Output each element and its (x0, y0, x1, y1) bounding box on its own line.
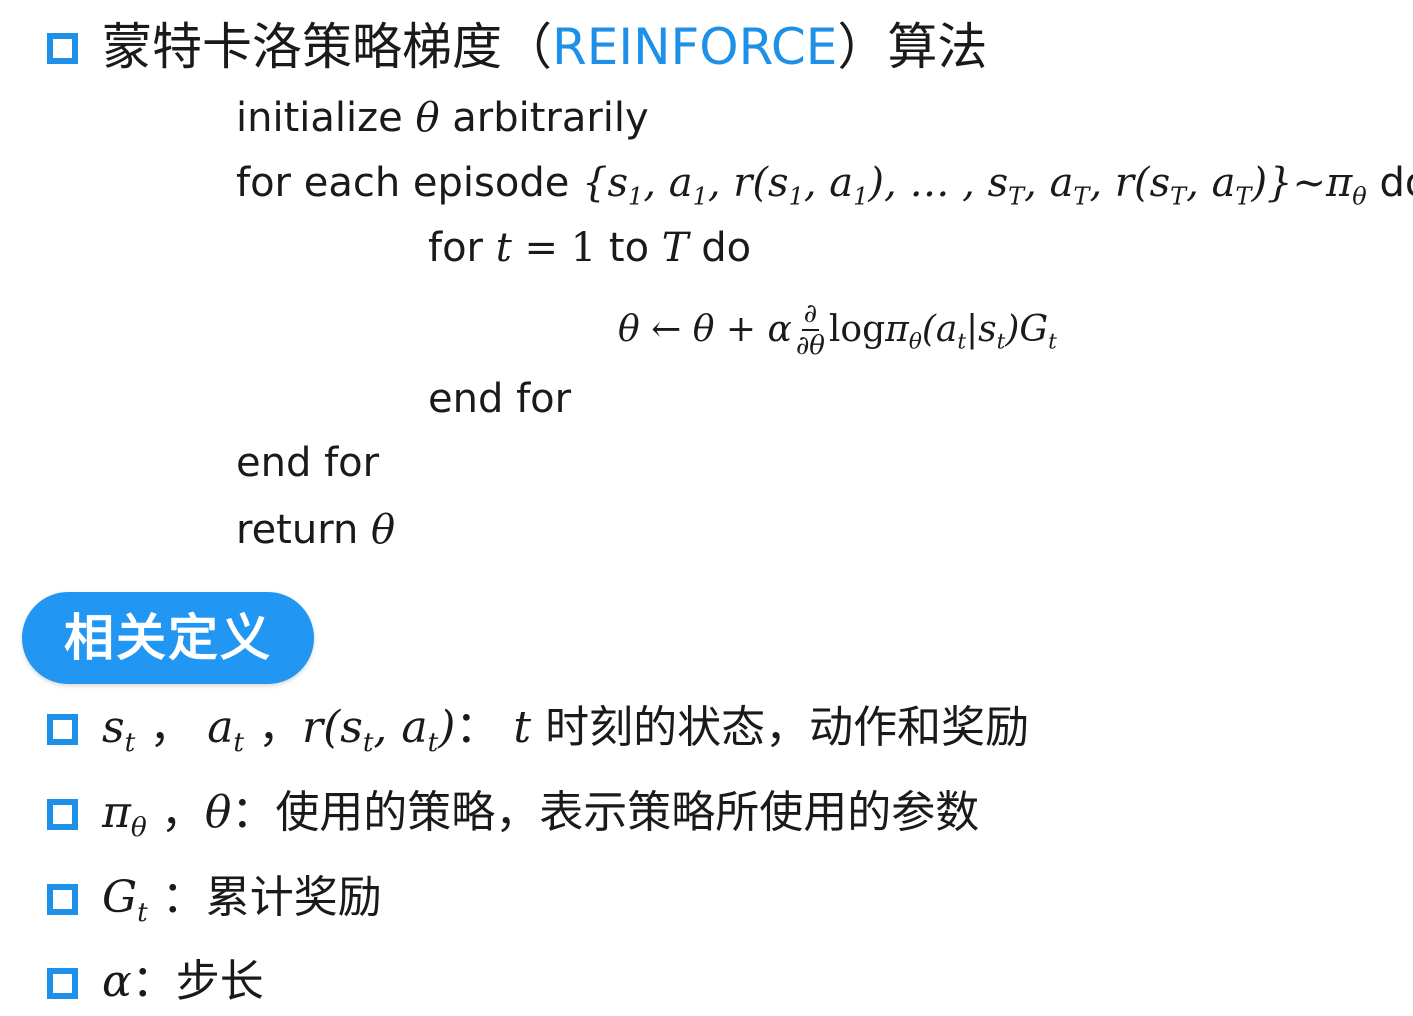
definition-state-action-reward: st ， at ，r(st, at)： t 时刻的状态，动作和奖励 (102, 698, 1029, 758)
algo-return-text: return θ (236, 507, 396, 553)
update-arrow: ← (639, 309, 693, 350)
update-lhs: θ (618, 309, 640, 350)
title-suffix: ）算法 (837, 18, 988, 76)
def-sep: ， (244, 702, 303, 753)
def-symbol-at: at (207, 702, 245, 759)
def-symbol-r: r(st, at) (302, 702, 456, 759)
algo-for-episode: for each episode {s1, a1, r(s1, a1), … ,… (236, 157, 1413, 209)
def-colon: ： (455, 702, 500, 753)
definition-bullet-icon (47, 968, 78, 999)
update-log: log (828, 309, 886, 350)
def-symbol-st: st (102, 702, 136, 759)
algo-initialize: initialize θ arbitrarily (236, 92, 649, 144)
algo-for-t: for t = 1 to T do (428, 222, 751, 274)
definition-bullet-icon (47, 884, 78, 915)
algo-initialize-text: initialize θ arbitrarily (236, 95, 649, 141)
def-symbol-alpha: α (102, 956, 132, 1007)
partial-derivative-fraction: ∂ ∂θ (796, 299, 825, 361)
definition-return: Gt ：累计奖励 (102, 868, 382, 928)
def-symbol-G: Gt (102, 872, 148, 929)
def-colon: ： (147, 872, 206, 923)
def-symbol-theta: θ (204, 787, 232, 838)
title-bullet-icon (47, 33, 78, 64)
algo-for-t-for: for (428, 225, 483, 271)
def-sep: ， (135, 702, 208, 753)
definition-text: 时刻的状态，动作和奖励 (545, 702, 1030, 753)
def-colon: ： (131, 956, 176, 1007)
algo-for-t-to: to (608, 225, 650, 271)
definition-step-size: α：步长 (102, 952, 264, 1012)
algo-end-for-outer: end for (236, 440, 380, 486)
definition-text: 步长 (175, 956, 264, 1007)
episode-trajectory-math: {s1, a1, r(s1, a1), … , sT, aT, r(sT, aT… (582, 160, 1367, 211)
definition-text: 使用的策略，表示策略所使用的参数 (275, 787, 980, 838)
algo-for-t-T: T (661, 225, 689, 271)
def-sep: ， (146, 787, 205, 838)
algo-for-t-eq: = 1 (511, 225, 597, 271)
update-plus: + (714, 309, 768, 350)
algo-for-t-do: do (701, 225, 752, 271)
algo-for-t-var: t (495, 225, 512, 271)
update-alpha: α (767, 309, 792, 350)
def-symbol-pi: πθ (102, 787, 147, 844)
fraction-denominator: ∂θ (795, 331, 825, 361)
definition-bullet-icon (47, 714, 78, 745)
title-accent: REINFORCE (552, 18, 838, 76)
update-policy: πθ(at|st)Gt (885, 309, 1057, 355)
algo-end-for-inner: end for (428, 376, 572, 422)
algo-for-episode-do: do (1379, 160, 1413, 206)
def-colon: ： (231, 787, 276, 838)
title-prefix: 蒙特卡洛策略梯度（ (102, 18, 552, 76)
slide-title: 蒙特卡洛策略梯度（REINFORCE）算法 (102, 14, 987, 80)
def-symbol-t: t (513, 702, 532, 753)
fraction-numerator: ∂ (801, 299, 820, 331)
update-theta: θ (692, 309, 715, 350)
algo-for-episode-label: for each episode (236, 160, 570, 206)
definition-bullet-icon (47, 799, 78, 830)
definition-text: 累计奖励 (205, 872, 382, 923)
policy-gradient-update: θ ← θ + α ∂ ∂θ log πθ(at|st)Gt (618, 295, 1057, 365)
algo-return: return θ (236, 504, 395, 556)
definition-policy: πθ ，θ：使用的策略，表示策略所使用的参数 (102, 783, 979, 843)
section-badge: 相关定义 (22, 592, 314, 684)
